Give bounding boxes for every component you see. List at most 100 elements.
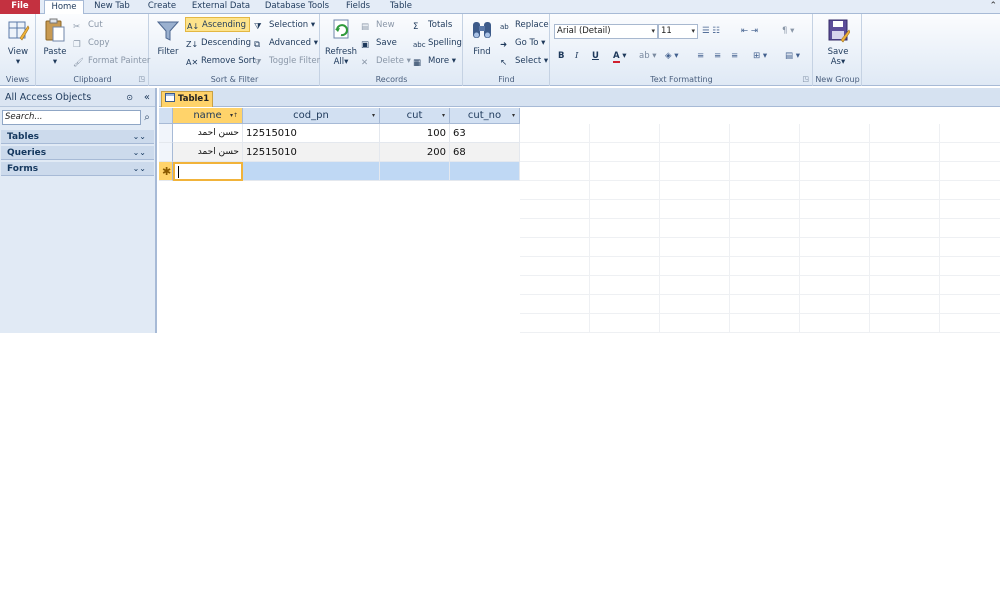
save-as-arrow: ▾ (840, 57, 846, 67)
empty-grid-cell (730, 238, 800, 257)
chevron-down-icon[interactable]: ▾ (442, 108, 445, 123)
refresh-all-button[interactable]: Refresh All▾ (324, 18, 358, 67)
font-size-combo[interactable]: 11 ▾ (658, 24, 698, 39)
column-header-cod-pn[interactable]: cod_pn ▾ (243, 108, 380, 124)
copy-button[interactable]: ❐ Copy (73, 36, 110, 51)
indent-icon[interactable]: ⇤ ⇥ (741, 24, 758, 39)
view-icon (8, 21, 30, 41)
tab-new-tab[interactable]: New Tab (88, 0, 136, 14)
select-all-corner[interactable] (159, 108, 173, 124)
new-record-button[interactable]: ▤ New (361, 18, 395, 33)
search-icon[interactable]: ⌕ (141, 110, 153, 125)
tab-file[interactable]: File (0, 0, 40, 14)
delete-record-button[interactable]: ✕ Delete ▾ (361, 54, 411, 69)
font-color-button[interactable]: A ▾ (613, 49, 627, 64)
advanced-button[interactable]: ⧉ Advanced ▾ (254, 36, 318, 51)
help-icon[interactable]: ⌃ (989, 1, 997, 11)
selection-button[interactable]: ⧩ Selection ▾ (254, 18, 315, 33)
bullets-icon[interactable]: ☰ ☷ (702, 24, 720, 39)
cell-cut[interactable]: 200 (380, 143, 450, 162)
gridlines-icon[interactable]: ⊞ ▾ (753, 49, 767, 64)
nav-pane-header[interactable]: All Access Objects ⊙ « (0, 88, 155, 107)
filter-label: Filter (157, 47, 179, 57)
align-right-icon[interactable]: ≡ (731, 49, 738, 64)
alt-row-color-icon[interactable]: ▤ ▾ (785, 49, 800, 64)
save-record-button[interactable]: ▣ Save (361, 36, 397, 51)
cell-name[interactable]: حسن احمد (173, 143, 243, 162)
empty-grid-cell (800, 200, 870, 219)
goto-button[interactable]: ➜ Go To ▾ (500, 36, 545, 51)
sort-filter-arrow-icon[interactable]: ▾↑ (230, 108, 238, 123)
tab-external-data[interactable]: External Data (188, 0, 254, 14)
more-button[interactable]: ▦ More ▾ (413, 54, 456, 69)
descending-button[interactable]: Z↓ Descending (186, 36, 251, 51)
chevron-down-icon: ▾ (691, 27, 695, 35)
cell-cod-pn[interactable]: 12515010 (243, 143, 380, 162)
cell-cut-no[interactable]: 63 (450, 124, 520, 143)
cell-cod-pn[interactable]: 12515010 (243, 124, 380, 143)
tab-home[interactable]: Home (44, 0, 84, 15)
align-left-icon[interactable]: ≡ (697, 49, 704, 64)
underline-button[interactable]: U (592, 49, 599, 64)
tab-create[interactable]: Create (142, 0, 182, 14)
format-painter-button[interactable]: 🖌 Format Painter (73, 54, 150, 69)
cell-cod-pn[interactable] (243, 162, 380, 181)
highlight-icon[interactable]: ab ▾ (639, 49, 657, 64)
brush-icon: 🖌 (73, 58, 84, 68)
empty-grid-cell (590, 124, 660, 143)
tab-database-tools[interactable]: Database Tools (262, 0, 332, 14)
chevron-down-icon[interactable]: ⊙ (126, 88, 133, 107)
cell-cut[interactable] (380, 162, 450, 181)
cut-button[interactable]: ✂ Cut (73, 18, 103, 33)
replace-button[interactable]: ab Replace (500, 18, 549, 33)
totals-button[interactable]: Σ Totals (413, 18, 452, 33)
column-header-cut[interactable]: cut ▾ (380, 108, 450, 124)
spelling-button[interactable]: abc Spelling (413, 36, 462, 51)
document-tab-table1[interactable]: Table1 (161, 91, 213, 107)
rtl-icon[interactable]: ¶ ▾ (782, 24, 794, 39)
tab-table[interactable]: Table (384, 0, 418, 14)
cell-cut-no[interactable]: 68 (450, 143, 520, 162)
advanced-label: Advanced (269, 38, 311, 48)
collapse-pane-icon[interactable]: « (144, 88, 150, 107)
cell-name[interactable]: حسن احمد (173, 124, 243, 143)
nav-category-queries[interactable]: Queries ⌄⌄ (1, 146, 154, 160)
empty-grid-cell (940, 200, 1000, 219)
record-selector[interactable] (159, 124, 173, 143)
chevron-down-icon[interactable]: ▾ (372, 108, 375, 123)
clipboard-launcher-icon[interactable]: ◳ (138, 75, 145, 83)
save-as-button[interactable]: Save As▾ (822, 18, 854, 67)
filter-button[interactable]: Filter (154, 18, 182, 57)
cell-cut[interactable]: 100 (380, 124, 450, 143)
toggle-filter-button[interactable]: ⧩ Toggle Filter (254, 54, 320, 69)
empty-grid-cell (870, 257, 940, 276)
chevron-down-icon[interactable]: ▾ (512, 108, 515, 123)
new-record-marker-icon[interactable]: ✱ (159, 162, 173, 181)
paste-button[interactable]: Paste ▾ (40, 18, 70, 67)
font-name-combo[interactable]: Arial (Detail) ▾ (554, 24, 658, 39)
italic-button[interactable]: I (575, 49, 578, 64)
nav-search-input[interactable]: Search... (2, 110, 141, 125)
bold-button[interactable]: B (558, 49, 564, 64)
header-filler (520, 108, 1000, 124)
tab-fields[interactable]: Fields (340, 0, 376, 14)
remove-sort-button[interactable]: A✕ Remove Sort (186, 54, 256, 69)
fill-color-icon[interactable]: ◈ ▾ (665, 49, 679, 64)
select-button[interactable]: ↖ Select ▾ (500, 54, 548, 69)
cell-cut-no[interactable] (450, 162, 520, 181)
record-selector[interactable] (159, 143, 173, 162)
ascending-button[interactable]: A↓ Ascending (185, 17, 251, 32)
column-header-label: cut_no (467, 110, 502, 121)
column-header-name[interactable]: name ▾↑ (173, 108, 243, 124)
column-header-cut-no[interactable]: cut_no ▾ (450, 108, 520, 124)
find-button[interactable]: Find (468, 18, 496, 57)
nav-category-forms[interactable]: Forms ⌄⌄ (1, 162, 154, 176)
align-center-icon[interactable]: ≡ (714, 49, 721, 64)
text-formatting-launcher-icon[interactable]: ◳ (802, 75, 809, 83)
cell-name-active[interactable] (173, 162, 243, 181)
empty-grid-cell (590, 143, 660, 162)
column-header-label: cut (406, 110, 423, 121)
chevron-down-icon: ▾ (651, 27, 655, 35)
view-button[interactable]: View ▾ (4, 18, 32, 67)
nav-category-tables[interactable]: Tables ⌄⌄ (1, 130, 154, 144)
